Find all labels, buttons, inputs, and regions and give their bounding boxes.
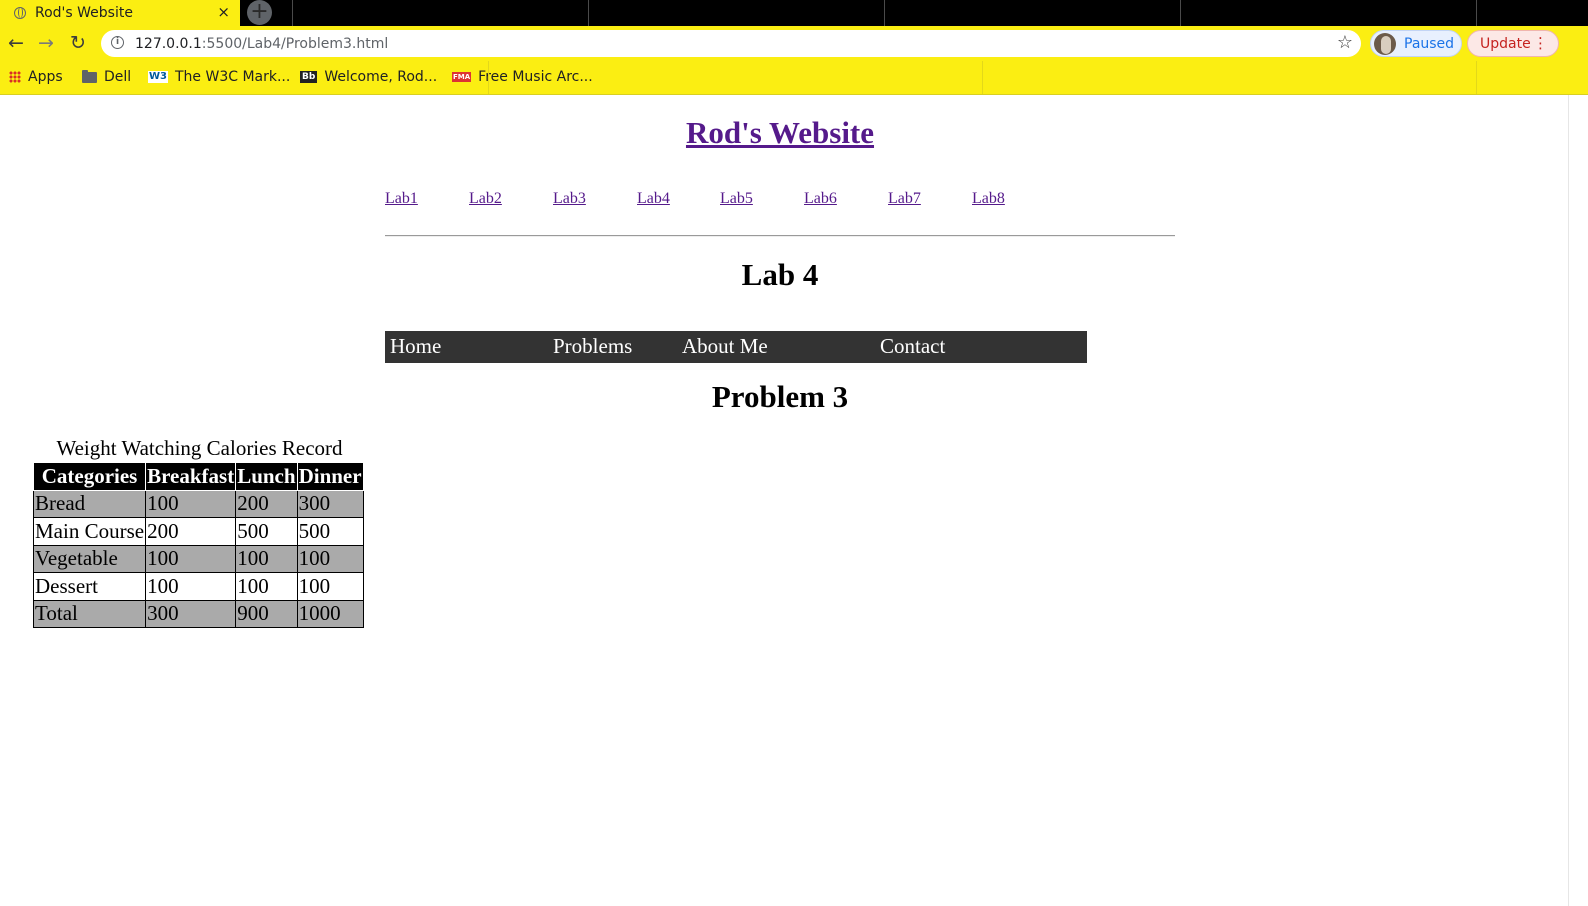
table-cell: 200 [145, 517, 237, 546]
nav-bar: Home Problems About Me Contact [385, 331, 1087, 363]
avatar [1374, 32, 1396, 55]
tab-separator [588, 0, 589, 26]
bookmark-star-icon[interactable]: ☆ [1337, 32, 1353, 53]
bookmark-apps[interactable]: Apps [9, 67, 63, 87]
table-cell: 100 [296, 544, 364, 573]
calories-table: Categories Breakfast Lunch Dinner Bread … [32, 462, 364, 628]
lab-link-8[interactable]: Lab8 [972, 190, 1005, 208]
lab-link-2[interactable]: Lab2 [469, 190, 502, 208]
update-button[interactable]: Update ⋮ [1467, 30, 1559, 57]
bookmark-separator [488, 61, 489, 94]
site-info-icon[interactable]: i [111, 36, 124, 49]
table-cell: Vegetable [32, 544, 147, 573]
address-bar[interactable]: i 127.0.0.1:5500/Lab4/Problem3.html ☆ [101, 30, 1361, 57]
table-cell: Dessert [32, 572, 147, 601]
browser-toolbar: ← → ↻ i 127.0.0.1:5500/Lab4/Problem3.htm… [0, 26, 1588, 61]
bookmark-label: Welcome, Rod... [324, 69, 438, 85]
table-row: Bread 100 200 300 [32, 489, 364, 518]
table-cell: Bread [32, 489, 147, 518]
fma-icon: FMA [452, 72, 472, 82]
table-cell: 300 [145, 599, 237, 628]
table-cell: 100 [145, 544, 237, 573]
problem-heading: Problem 3 [711, 379, 849, 414]
bookmark-w3c[interactable]: W3 The W3C Mark... [148, 67, 290, 87]
table-row: Vegetable 100 100 100 [32, 544, 364, 573]
table-cell: 100 [145, 489, 237, 518]
nav-item-about-me[interactable]: About Me [682, 334, 768, 359]
table-cell: 200 [235, 489, 298, 518]
table-cell: Total [32, 599, 147, 628]
bookmark-blackboard[interactable]: Bb Welcome, Rod... [300, 67, 437, 87]
url-path: :5500/Lab4/Problem3.html [201, 35, 389, 52]
url-host: 127.0.0.1 [135, 35, 202, 52]
lab-link-5[interactable]: Lab5 [720, 190, 753, 208]
folder-icon [82, 69, 97, 83]
tab-strip: Rod's Website × + [0, 0, 1588, 26]
tab-separator [292, 0, 293, 26]
globe-icon [14, 7, 26, 19]
nav-item-contact[interactable]: Contact [880, 334, 945, 359]
column-header: Dinner [296, 462, 364, 491]
table-cell: 100 [235, 572, 298, 601]
lab-link-6[interactable]: Lab6 [804, 190, 837, 208]
nav-item-home[interactable]: Home [390, 334, 441, 359]
lab-link-7[interactable]: Lab7 [888, 190, 921, 208]
table-cell: 500 [235, 517, 298, 546]
lab-link-4[interactable]: Lab4 [637, 190, 670, 208]
back-arrow-icon[interactable]: ← [8, 30, 24, 56]
bookmark-label: The W3C Mark... [175, 69, 291, 85]
table-row: Dessert 100 100 100 [32, 572, 364, 601]
update-label: Update [1480, 35, 1531, 52]
forward-arrow-icon[interactable]: → [38, 30, 54, 56]
table-cell: 100 [296, 572, 364, 601]
table-caption: Weight Watching Calories Record [56, 436, 343, 460]
w3c-icon: W3 [148, 71, 168, 83]
lab-link-1[interactable]: Lab1 [385, 190, 418, 208]
column-header: Lunch [235, 462, 298, 491]
page-content: Rod's Website Lab1 Lab2 Lab3 Lab4 Lab5 L… [0, 95, 1568, 906]
table-row: Total 300 900 1000 [32, 599, 364, 628]
bookmark-fma[interactable]: FMA Free Music Arc... [452, 67, 593, 87]
bookmark-separator [1476, 61, 1477, 94]
bookmark-label: Dell [104, 69, 132, 85]
close-tab-icon[interactable]: × [217, 3, 230, 21]
bookmark-separator [982, 61, 983, 94]
page-scrollbar[interactable] [1568, 95, 1588, 906]
bookmark-label: Apps [28, 69, 63, 85]
blackboard-icon: Bb [300, 71, 318, 83]
kebab-menu-icon[interactable]: ⋮ [1533, 34, 1548, 52]
table-cell: 100 [145, 572, 237, 601]
apps-grid-icon [9, 71, 21, 83]
bookmarks-bar: Apps Dell W3 The W3C Mark... Bb Welcome,… [0, 61, 1588, 95]
table-header-row: Categories Breakfast Lunch Dinner [32, 462, 364, 491]
table-cell: 500 [296, 517, 364, 546]
table-cell: 1000 [296, 599, 364, 628]
table-cell: 900 [235, 599, 298, 628]
column-header: Breakfast [145, 462, 237, 491]
site-title-link[interactable]: Rod's Website [0, 115, 1560, 151]
reload-icon[interactable]: ↻ [70, 30, 86, 56]
lab-heading: Lab 4 [741, 257, 819, 292]
tab-separator [1476, 0, 1477, 26]
tab-separator [1180, 0, 1181, 26]
divider [385, 235, 1175, 237]
tab-title: Rod's Website [35, 5, 133, 21]
column-header: Categories [32, 462, 147, 491]
bookmark-label: Free Music Arc... [478, 69, 593, 85]
profile-status-label: Paused [1404, 35, 1455, 52]
browser-tab-active[interactable]: Rod's Website × [0, 0, 240, 26]
tab-separator [884, 0, 885, 26]
nav-item-problems[interactable]: Problems [553, 334, 632, 359]
table-cell: 100 [235, 544, 298, 573]
lab-link-3[interactable]: Lab3 [553, 190, 586, 208]
new-tab-button[interactable]: + [247, 0, 272, 25]
profile-button[interactable]: Paused [1370, 30, 1462, 57]
table-cell: 300 [296, 489, 364, 518]
table-cell: Main Course [32, 517, 147, 546]
table-row: Main Course 200 500 500 [32, 517, 364, 546]
bookmark-dell[interactable]: Dell [82, 67, 131, 87]
